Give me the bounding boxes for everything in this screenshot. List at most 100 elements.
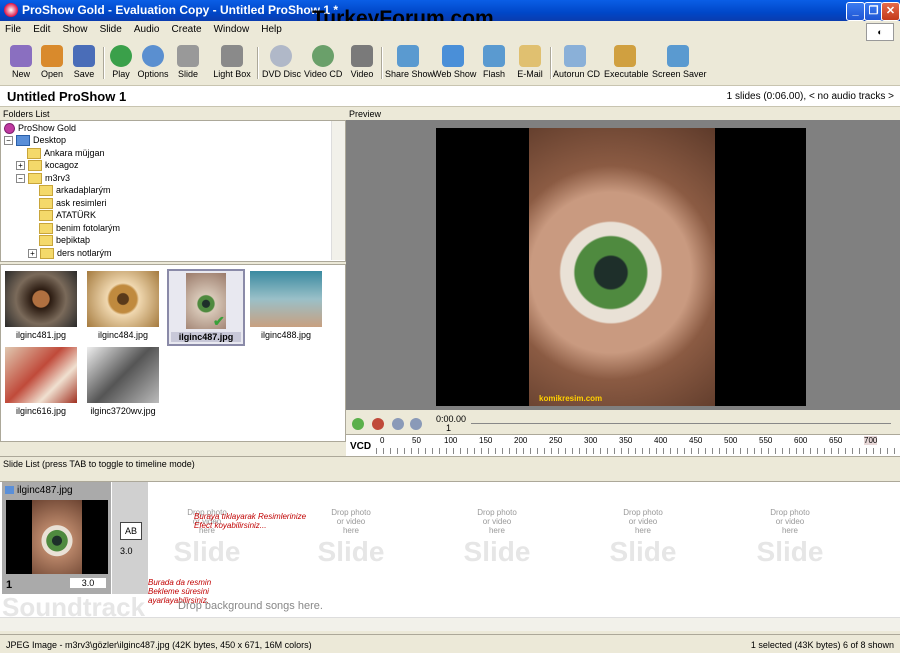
transition-duration[interactable]: 3.0 <box>120 546 133 556</box>
tree-item-folder[interactable]: beþiktaþ <box>39 234 90 247</box>
stop-icon[interactable] <box>372 418 384 430</box>
collapse-icon[interactable]: − <box>4 136 13 146</box>
project-info: 1 slides (0:06.00), < no audio tracks > <box>726 91 894 102</box>
new-button[interactable]: New <box>8 45 34 83</box>
lightbox-icon <box>221 45 243 67</box>
expand-icon[interactable]: + <box>28 249 37 259</box>
save-icon <box>73 45 95 67</box>
previous-icon[interactable] <box>392 418 404 430</box>
ruler-tick: 500 <box>724 436 738 445</box>
empty-slide[interactable]: Drop photo or video here Slide <box>735 508 845 567</box>
tree-item-folder[interactable]: − m3rv3 <box>16 172 70 185</box>
tree-item-folder[interactable]: ATATÜRK <box>39 209 96 222</box>
slide-duration[interactable]: 3.0 <box>70 578 106 588</box>
folders-scrollbar[interactable] <box>331 121 345 260</box>
file-thumbnail[interactable]: ilginc616.jpg <box>5 347 77 416</box>
share-icon <box>397 45 419 67</box>
file-thumbnail[interactable]: ilginc484.jpg <box>87 271 159 340</box>
ruler-tick: 200 <box>514 436 528 445</box>
window-title: ProShow Gold - Evaluation Copy - Untitle… <box>22 3 339 17</box>
menu-create[interactable]: Create <box>167 21 206 35</box>
ruler-tick: 700 <box>864 436 878 445</box>
open-button[interactable]: Open <box>38 45 66 83</box>
toolbar-separator <box>257 47 259 79</box>
tree-item-folder[interactable]: Ankara müjgan <box>27 147 105 160</box>
soundtrack-drop-hint[interactable]: Drop background songs here. <box>178 600 323 612</box>
annotation-transition: Buraya tıklayarak Resimlerinize Efect ko… <box>194 512 307 530</box>
empty-slide[interactable]: Drop photo or video here Slide <box>442 508 552 567</box>
video-cd-button[interactable]: Video CD <box>304 45 342 83</box>
proshow-icon <box>4 123 15 135</box>
tree-item-folder[interactable]: benim fotolarým <box>39 222 120 235</box>
transport-controls: 0:00.00 1 <box>346 412 900 434</box>
web-icon <box>442 45 464 67</box>
folder-icon <box>39 235 53 247</box>
folder-icon <box>39 198 53 210</box>
file-thumbnail[interactable]: ilginc481.jpg <box>5 271 77 340</box>
ruler-tick: 400 <box>654 436 668 445</box>
folders-tree: ProShow Gold − Desktop Ankara müjgan + koc… <box>0 120 346 262</box>
minimize-button[interactable]: _ <box>846 2 865 21</box>
autorun-icon <box>564 45 586 67</box>
tree-item-folder[interactable]: + kocagoz <box>16 159 79 172</box>
play-button[interactable]: Play <box>108 45 134 83</box>
slide-list-scrollbar[interactable] <box>0 617 900 631</box>
tree-item-folder[interactable]: + ders notlarým <box>28 247 112 260</box>
position-slider[interactable] <box>471 423 891 424</box>
thumbnail-image <box>250 271 322 327</box>
email-button[interactable]: E-Mail <box>515 45 545 83</box>
file-thumbnail-selected[interactable]: ilginc487.jpg ✔ <box>167 269 245 346</box>
lightbox-button[interactable]: Light Box <box>212 45 252 83</box>
dvd-disc-button[interactable]: DVD Disc <box>262 45 301 83</box>
menu-show[interactable]: Show <box>57 21 91 35</box>
expand-icon[interactable]: + <box>16 161 25 171</box>
toolbar: New Open Save Play Options Slide Light B… <box>0 41 900 86</box>
screen-saver-button[interactable]: Screen Saver <box>652 45 707 83</box>
new-icon <box>10 45 32 67</box>
menu-help[interactable]: Help <box>256 21 286 35</box>
menu-window[interactable]: Window <box>209 21 254 35</box>
ruler-tick: 450 <box>689 436 703 445</box>
app-icon <box>4 3 18 17</box>
menu-audio[interactable]: Audio <box>129 21 164 35</box>
slide-button[interactable]: Slide <box>174 45 202 83</box>
tree-item-desktop[interactable]: − Desktop <box>4 134 66 147</box>
ruler-tick: 150 <box>479 436 493 445</box>
play-icon[interactable] <box>352 418 364 430</box>
menu-file[interactable]: File <box>0 21 25 35</box>
tree-item-proshow-gold[interactable]: ProShow Gold <box>4 122 76 135</box>
empty-slide[interactable]: Drop photo or video here Slide <box>296 508 406 567</box>
options-button[interactable]: Options <box>137 45 169 83</box>
preview-pane: komikresim.com <box>346 120 900 410</box>
menu-edit[interactable]: Edit <box>28 21 54 35</box>
slide-item[interactable]: ilginc487.jpg 1 3.0 <box>2 482 111 594</box>
tree-item-folder[interactable]: arkadaþlarým <box>39 184 111 197</box>
preview-caption: komikresim.com <box>539 394 603 403</box>
executable-button[interactable]: Executable <box>604 45 649 83</box>
transition-item[interactable]: AB 3.0 <box>112 482 148 594</box>
collapse-icon[interactable]: − <box>16 174 25 184</box>
video-button[interactable]: Video <box>348 45 376 83</box>
ruler-tick: 350 <box>619 436 633 445</box>
autorun-cd-button[interactable]: Autorun CD <box>553 45 600 83</box>
menu-slide[interactable]: Slide <box>95 21 126 35</box>
slide-list-header: Slide List (press TAB to toggle to timel… <box>0 456 900 471</box>
flash-button[interactable]: Flash <box>480 45 508 83</box>
file-thumbnail[interactable]: ilginc488.jpg <box>250 271 322 340</box>
project-bar: Untitled ProShow 1 1 slides (0:06.00), <… <box>0 86 900 107</box>
file-browser: ilginc481.jpg ilginc484.jpg ilginc487.jp… <box>0 264 346 442</box>
file-thumbnail[interactable]: ilginc3720wv.jpg <box>87 347 159 416</box>
transition-icon[interactable]: AB <box>120 522 142 540</box>
dvd-icon <box>270 45 292 67</box>
folders-header: Folders List <box>3 109 50 119</box>
share-show-button[interactable]: Share Show <box>385 45 434 83</box>
open-icon <box>41 45 63 67</box>
next-icon[interactable] <box>410 418 422 430</box>
ruler-tick: 100 <box>444 436 458 445</box>
empty-slide[interactable]: Drop photo or video here Slide <box>588 508 698 567</box>
web-show-button[interactable]: Web Show <box>433 45 476 83</box>
close-button[interactable]: ✕ <box>881 2 900 21</box>
save-button[interactable]: Save <box>70 45 98 83</box>
tree-item-folder[interactable]: ask resimleri <box>39 197 107 210</box>
executable-icon <box>614 45 636 67</box>
